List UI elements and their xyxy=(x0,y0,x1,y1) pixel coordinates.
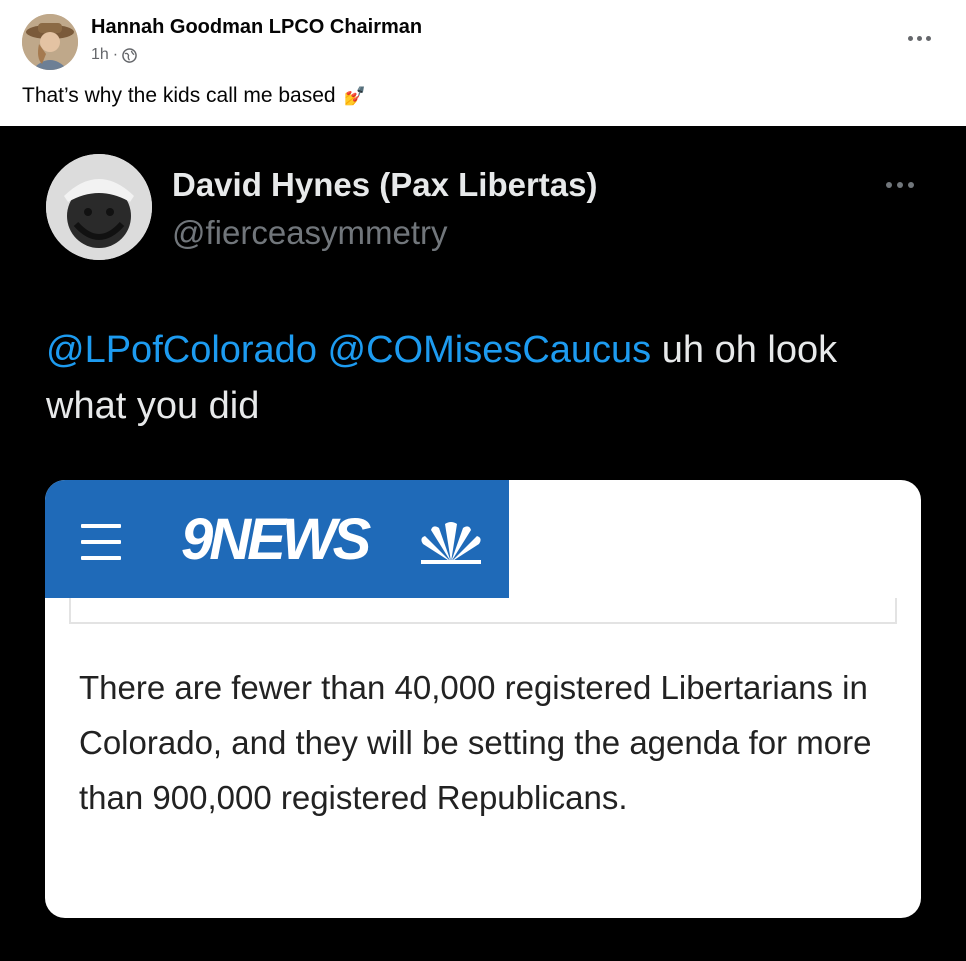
mention-comisescaucus: @COMisesCaucus xyxy=(327,329,652,371)
tweet-screenshot: David Hynes (Pax Libertas) @fierceasymme… xyxy=(0,126,966,961)
tweet-text: @LPofColorado @COMisesCaucus uh oh look … xyxy=(46,322,926,434)
news-header-bar: 9NEWS xyxy=(45,480,509,598)
dot xyxy=(925,35,931,41)
dot xyxy=(908,182,914,188)
dot xyxy=(907,35,913,41)
facebook-post-header: Hannah Goodman LPCO Chairman 1h · That’s… xyxy=(0,0,966,126)
author-avatar[interactable] xyxy=(22,14,78,70)
tweet-more-icon xyxy=(880,176,920,194)
card-divider xyxy=(69,598,897,624)
nail-polish-emoji-icon: 💅 xyxy=(343,85,367,106)
dot xyxy=(897,182,903,188)
news-logo: 9NEWS xyxy=(181,507,371,572)
post-meta: 1h · xyxy=(91,46,137,64)
nbc-peacock-icon xyxy=(421,522,481,564)
tweet-handle: @fierceasymmetry xyxy=(172,214,448,251)
post-caption: That’s why the kids call me based 💅 xyxy=(22,84,366,108)
globe-icon[interactable] xyxy=(122,47,137,63)
menu-line xyxy=(81,524,121,528)
news-excerpt: There are fewer than 40,000 registered L… xyxy=(79,669,872,816)
tweet-author-avatar xyxy=(46,154,152,260)
menu-line xyxy=(81,556,121,560)
dot xyxy=(886,182,892,188)
dot xyxy=(916,35,922,41)
meta-separator: · xyxy=(112,46,119,63)
tweet-display-name: David Hynes (Pax Libertas) xyxy=(172,166,598,203)
post-time[interactable]: 1h xyxy=(91,46,109,64)
mention-lpofcolorado: @LPofColorado xyxy=(46,329,317,371)
author-name[interactable]: Hannah Goodman LPCO Chairman xyxy=(91,16,422,39)
post-more-button[interactable] xyxy=(901,26,937,50)
news-card: 9NEWS There are fewer than 40,000 regist… xyxy=(45,480,921,918)
hamburger-icon xyxy=(81,524,123,560)
caption-text: That’s why the kids call me based xyxy=(22,84,336,107)
menu-line xyxy=(81,540,121,544)
